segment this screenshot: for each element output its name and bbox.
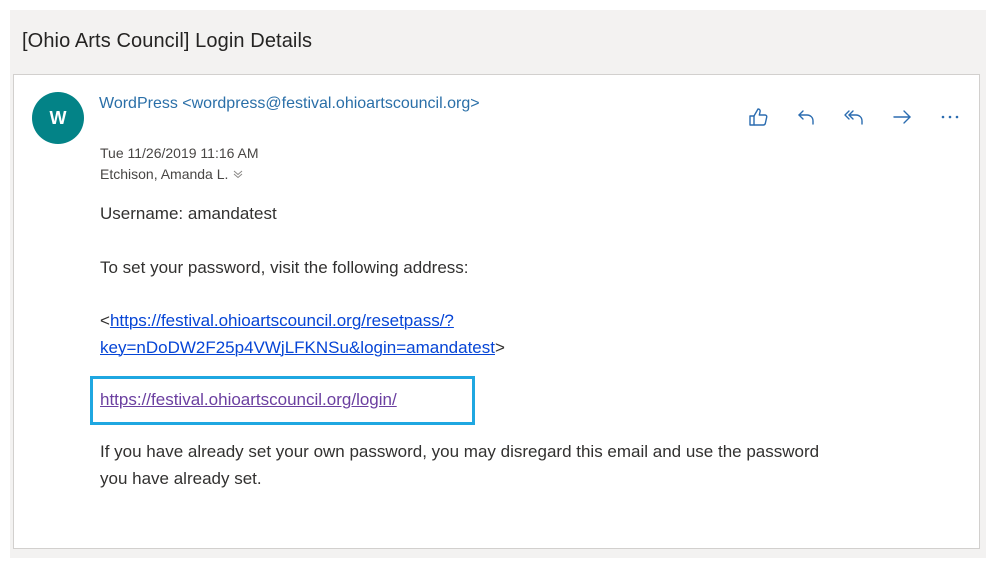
reply-all-icon [844,110,863,125]
recipient-line[interactable]: Etchison, Amanda L. [100,166,244,182]
sender-name[interactable]: WordPress <wordpress@festival.ohioartsco… [99,92,539,115]
reset-password-link-continued[interactable]: key=nDoDW2F25p4VWjLFKNSu&login=amandates… [100,338,495,357]
reset-close-bracket: > [494,338,505,357]
email-subject: [Ohio Arts Council] Login Details [22,30,313,52]
login-link[interactable]: https://festival.ohioartscouncil.org/log… [100,390,397,409]
reply-button[interactable] [782,103,830,131]
more-icon [941,115,959,119]
like-button[interactable] [734,103,782,131]
disclaimer-line1: If you have already set your own passwor… [100,442,820,461]
username-line: Username: amandatest [100,204,277,223]
message-card: W WordPress <wordpress@festival.ohioarts… [13,74,980,549]
forward-icon [893,110,911,124]
recipient-name: Etchison, Amanda L. [100,166,229,182]
reset-password-link[interactable]: https://festival.ohioartscouncil.org/res… [110,311,454,330]
login-link-block: https://festival.ohioartscouncil.org/log… [100,386,397,413]
message-actions [734,103,974,131]
chevron-down-icon[interactable] [232,168,244,180]
instruction-text: To set your password, visit the followin… [100,258,469,277]
reset-link-block: <https://festival.ohioartscouncil.org/re… [100,307,505,361]
avatar-initial: W [49,107,67,128]
thumbs-up-icon [749,108,768,126]
reset-link-line2-wrapper: key=nDoDW2F25p4VWjLFKNSu&login=amandates… [100,334,505,361]
sender-avatar[interactable]: W [32,92,84,144]
forward-button[interactable] [878,103,926,131]
more-actions-button[interactable] [926,103,974,131]
sent-date: Tue 11/26/2019 11:16 AM [100,145,259,161]
reply-icon [798,110,814,125]
disclaimer-line2: you have already set. [100,469,262,488]
disclaimer-text: If you have already set your own passwor… [100,438,819,492]
reset-link-line1-wrapper: <https://festival.ohioartscouncil.org/re… [100,307,505,334]
reset-open-bracket: < [100,311,110,330]
reply-all-button[interactable] [830,103,878,131]
